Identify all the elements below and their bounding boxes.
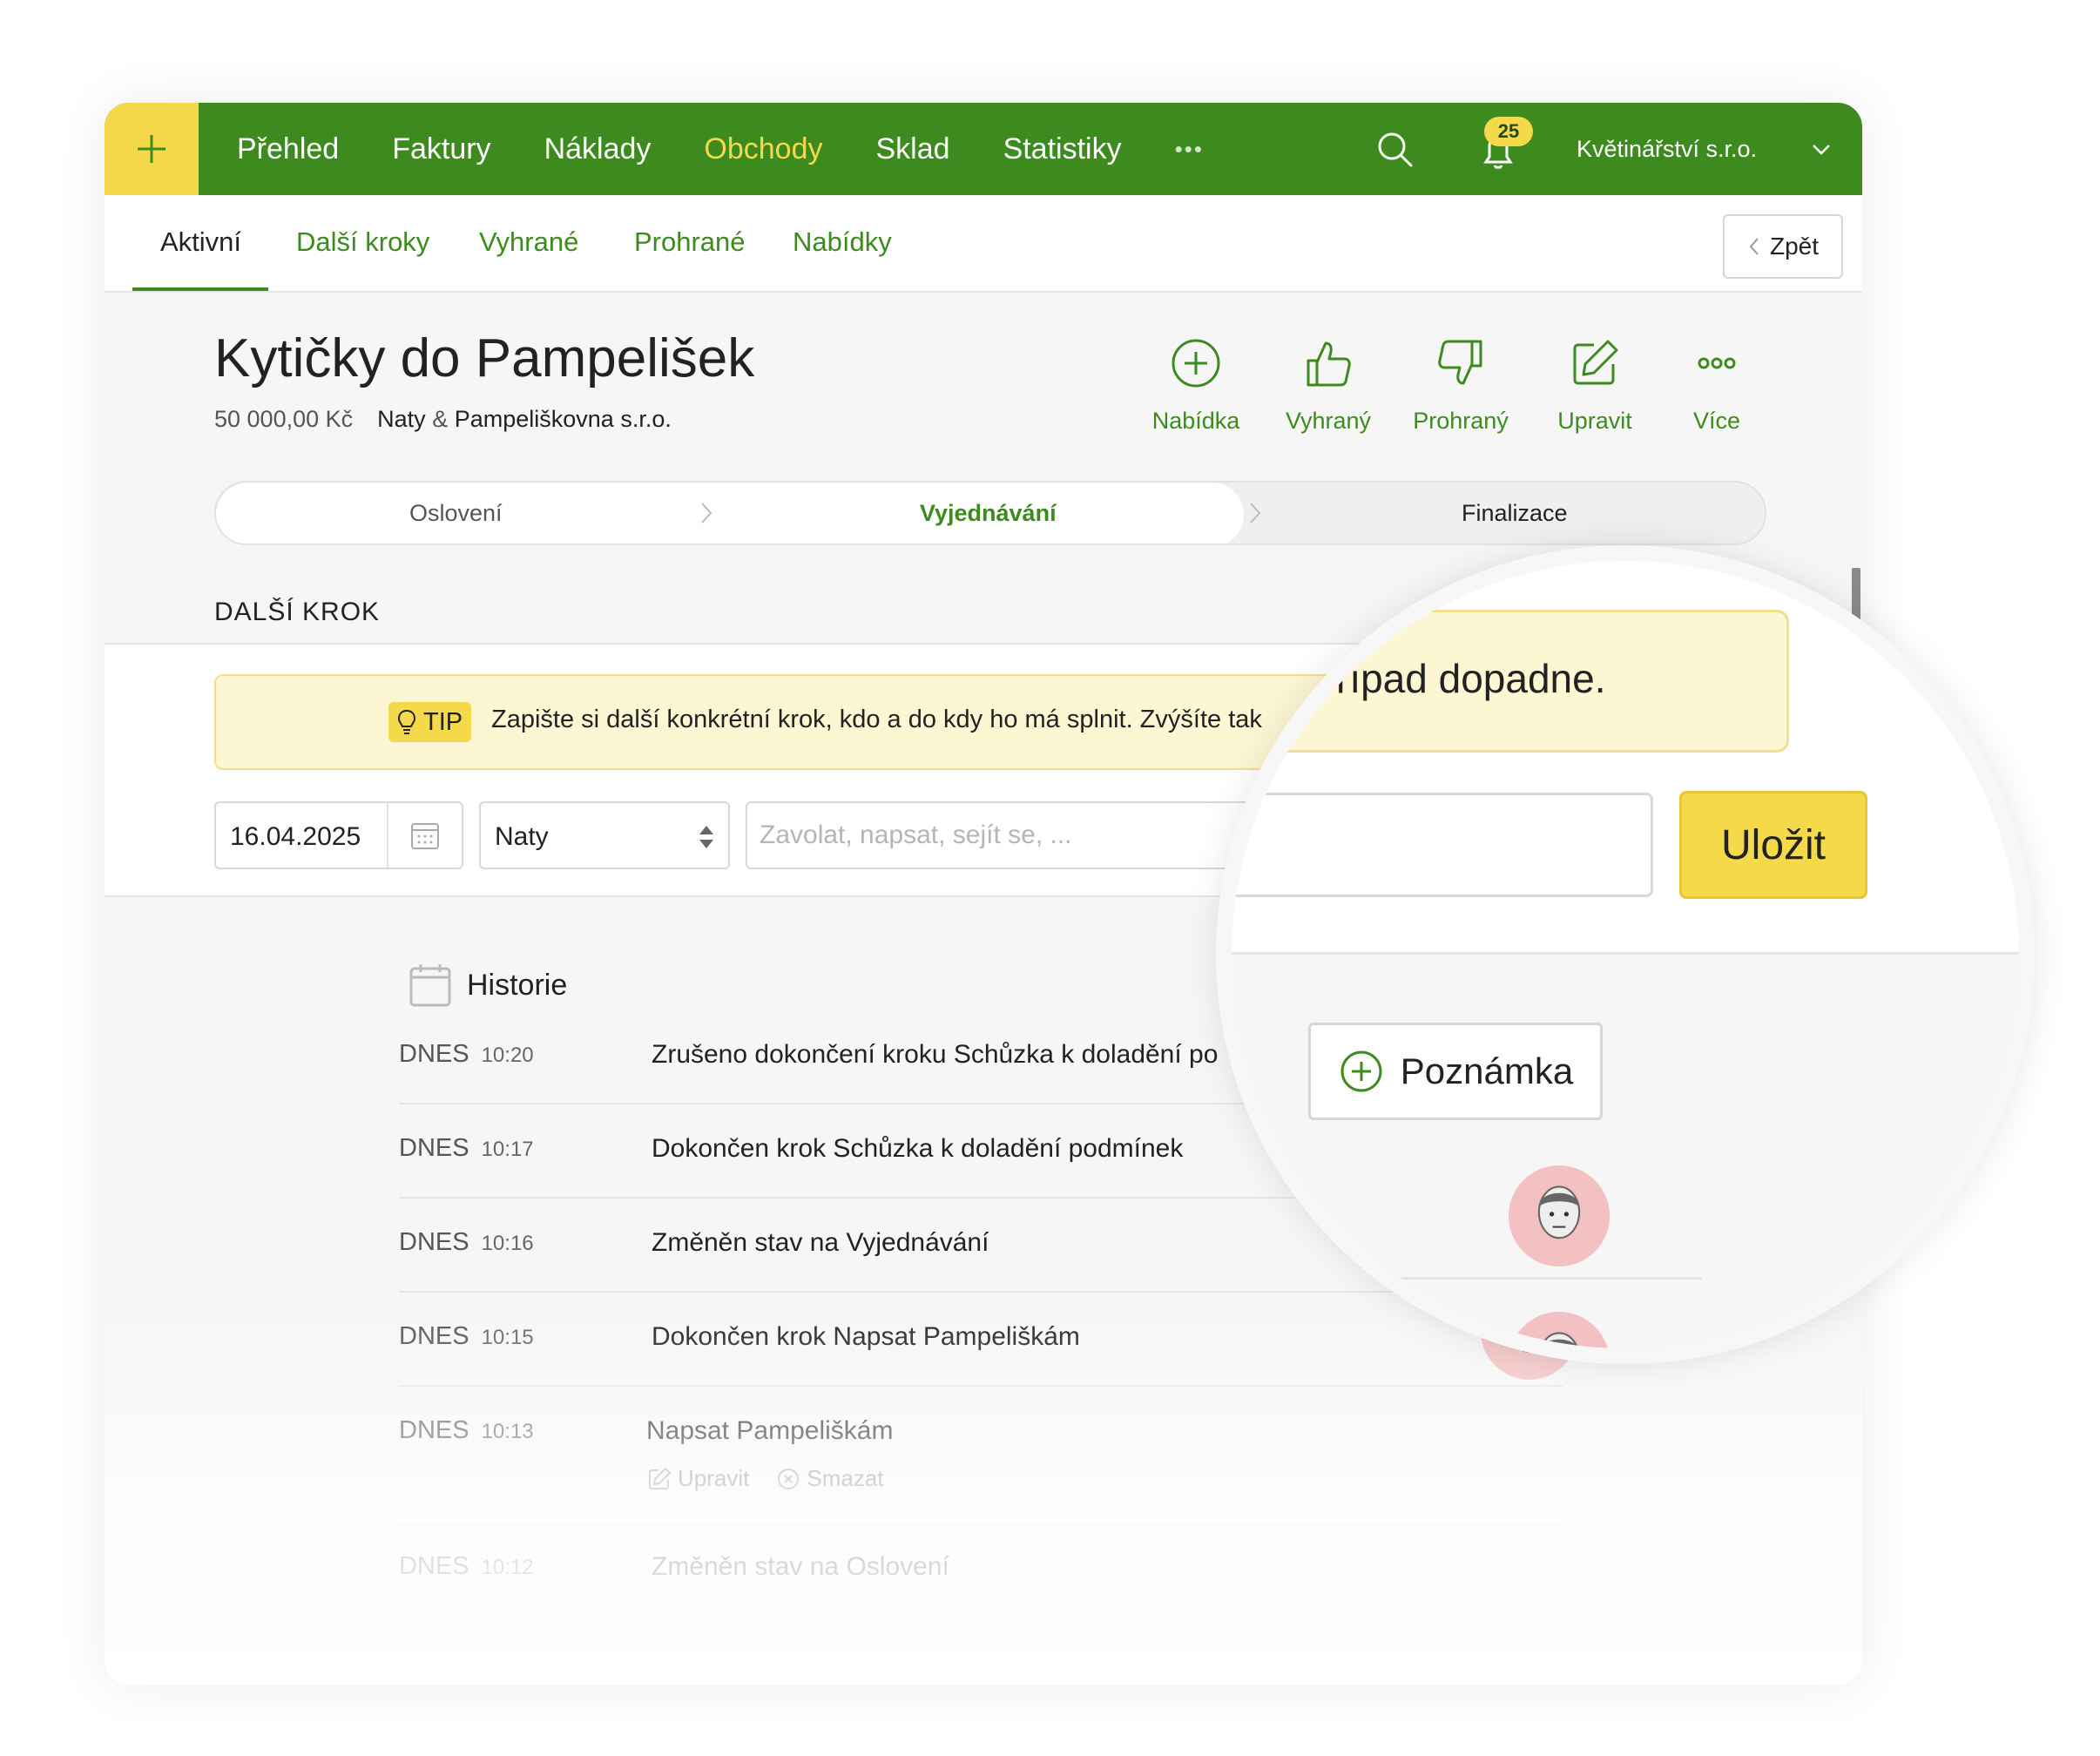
edit-button-label: Upravit — [1557, 408, 1632, 434]
save-button[interactable]: Uložit — [1679, 791, 1867, 899]
chevron-right-icon — [701, 503, 712, 523]
tab-aktivni[interactable]: Aktivní — [160, 226, 241, 258]
history-row: DNES 10:15 Dokončen krok Napsat Pampelišk… — [399, 1293, 1563, 1387]
chevron-down-icon[interactable] — [1810, 138, 1833, 160]
magnified-tip-text: řípad dopadne. — [1336, 656, 1606, 701]
lost-button[interactable]: Prohraný — [1395, 336, 1526, 435]
assignee-select[interactable]: Naty — [479, 801, 730, 869]
top-navigation-bar: Přehled Faktury Náklady Obchody Sklad St… — [105, 103, 1862, 195]
main-nav: Přehled Faktury Náklady Obchody Sklad St… — [237, 103, 1204, 195]
deal-client-separator: & — [432, 406, 449, 432]
notification-badge: 25 — [1484, 117, 1533, 146]
plus-icon — [138, 135, 165, 163]
close-circle-icon — [778, 1468, 800, 1489]
history-text: Změněn stav na Vyjednávání — [652, 1228, 989, 1257]
history-title: Historie — [467, 969, 568, 1002]
date-value: 16.04.2025 — [230, 822, 361, 851]
edit-icon — [649, 1467, 672, 1489]
nav-item-faktury[interactable]: Faktury — [392, 132, 490, 166]
lightbulb-icon — [397, 709, 416, 734]
magnified-divider — [1371, 1277, 1702, 1280]
tip-badge: TIP — [388, 702, 472, 742]
search-icon[interactable] — [1374, 129, 1415, 169]
history-text: Změněn stav na Oslovení — [652, 1552, 949, 1581]
edit-icon — [1573, 340, 1618, 385]
history-date: DNES 10:13 — [399, 1416, 534, 1444]
magnified-task-input[interactable] — [1232, 793, 1653, 897]
date-picker-button[interactable] — [387, 803, 462, 868]
history-date: DNES 10:17 — [399, 1134, 534, 1162]
won-button-label: Vyhraný — [1285, 408, 1372, 434]
next-step-heading: DALŠÍ KROK — [214, 598, 381, 626]
history-text: Dokončen krok Napsat Pampeliškám — [652, 1322, 1080, 1351]
offer-button[interactable]: Nabídka — [1131, 336, 1261, 435]
nav-item-statistiky[interactable]: Statistiky — [1003, 132, 1122, 166]
nav-item-sklad[interactable]: Sklad — [876, 132, 950, 166]
avatar — [1509, 1165, 1610, 1266]
tab-dalsi-kroky[interactable]: Další kroky — [296, 226, 429, 258]
nav-item-prehled[interactable]: Přehled — [237, 132, 339, 166]
chevron-left-icon — [1749, 238, 1759, 255]
deal-meta: 50 000,00 Kč Naty & Pampeliškovna s.r.o. — [214, 406, 672, 433]
page-title: Kytičky do Pampelišek — [214, 328, 755, 388]
deal-amount: 50 000,00 Kč — [214, 406, 354, 432]
thumbs-down-icon — [1438, 340, 1482, 385]
back-button-label: Zpět — [1769, 233, 1820, 260]
nav-more-icon[interactable]: ••• — [1175, 136, 1204, 163]
thumbs-up-icon — [1307, 341, 1351, 387]
page: Přehled Faktury Náklady Obchody Sklad St… — [0, 0, 2100, 1756]
pipeline-progress: Oslovení Vyjednávání Finalizace — [214, 481, 1766, 545]
user-portrait-icon — [1537, 1185, 1581, 1239]
assignee-value: Naty — [495, 822, 549, 851]
nav-item-naklady[interactable]: Náklady — [544, 132, 652, 166]
select-arrows-icon — [699, 826, 713, 848]
add-note-label: Poznámka — [1400, 1050, 1574, 1091]
date-field[interactable]: 16.04.2025 — [214, 801, 463, 869]
won-button[interactable]: Vyhraný — [1263, 336, 1394, 435]
history-date: DNES 10:12 — [399, 1552, 534, 1580]
history-row: DNES 10:13 Napsat Pampeliškám Upravit Sma… — [399, 1387, 1563, 1526]
stage-finalizace[interactable]: Finalizace — [1462, 500, 1568, 527]
history-text: Napsat Pampeliškám — [646, 1416, 894, 1445]
history-date: DNES 10:15 — [399, 1322, 534, 1350]
tab-prohrane[interactable]: Prohrané — [634, 226, 746, 258]
offer-button-label: Nabídka — [1151, 408, 1240, 434]
history-row-actions: Upravit Smazat — [646, 1465, 884, 1492]
edit-button[interactable]: Upravit — [1529, 336, 1660, 435]
more-button-label: Více — [1692, 408, 1741, 434]
tip-text: Zapište si další konkrétní krok, kdo a d… — [491, 706, 1262, 733]
active-tab-indicator — [132, 287, 268, 291]
stage-osloveni[interactable]: Oslovení — [409, 500, 503, 527]
plus-circle-icon — [1172, 339, 1220, 388]
stage-vyjednavani[interactable]: Vyjednávání — [920, 500, 1057, 527]
add-button[interactable] — [105, 103, 199, 195]
history-edit-link[interactable]: Upravit — [646, 1465, 749, 1492]
magnifier-lens: řípad dopadne. Uložit Poznámka — [1216, 545, 2035, 1364]
company-name[interactable]: Květinářství s.r.o. — [1577, 103, 1757, 195]
calendar-icon — [411, 823, 439, 849]
history-text: Zrušeno dokončení kroku Schůzka k doladě… — [652, 1040, 1219, 1069]
lost-button-label: Prohraný — [1413, 408, 1509, 434]
tab-nabidky[interactable]: Nabídky — [793, 226, 892, 258]
deal-client-person[interactable]: Naty — [377, 406, 426, 432]
history-date: DNES 10:16 — [399, 1228, 534, 1256]
deal-client-company[interactable]: Pampeliškovna s.r.o. — [455, 406, 672, 432]
history-delete-link[interactable]: Smazat — [775, 1465, 884, 1492]
chevron-right-icon — [1250, 503, 1261, 523]
tab-vyhrane[interactable]: Vyhrané — [479, 226, 578, 258]
history-text: Dokončen krok Schůzka k doladění podmíne… — [652, 1134, 1184, 1163]
tip-badge-label: TIP — [423, 707, 463, 736]
more-button[interactable]: Více — [1651, 336, 1782, 435]
more-icon — [1698, 357, 1736, 369]
plus-circle-icon — [1340, 1050, 1382, 1092]
history-date: DNES 10:20 — [399, 1040, 534, 1068]
calendar-icon — [409, 964, 451, 1007]
sub-navigation: Aktivní Další kroky Vyhrané Prohrané Nab… — [105, 195, 1862, 293]
history-row: DNES 10:12 Změněn stav na Oslovení — [399, 1526, 1563, 1620]
add-note-button[interactable]: Poznámka — [1308, 1023, 1603, 1120]
back-button[interactable]: Zpět — [1723, 214, 1843, 279]
nav-item-obchody[interactable]: Obchody — [704, 132, 822, 166]
pipeline-progress-fill — [216, 483, 1244, 544]
